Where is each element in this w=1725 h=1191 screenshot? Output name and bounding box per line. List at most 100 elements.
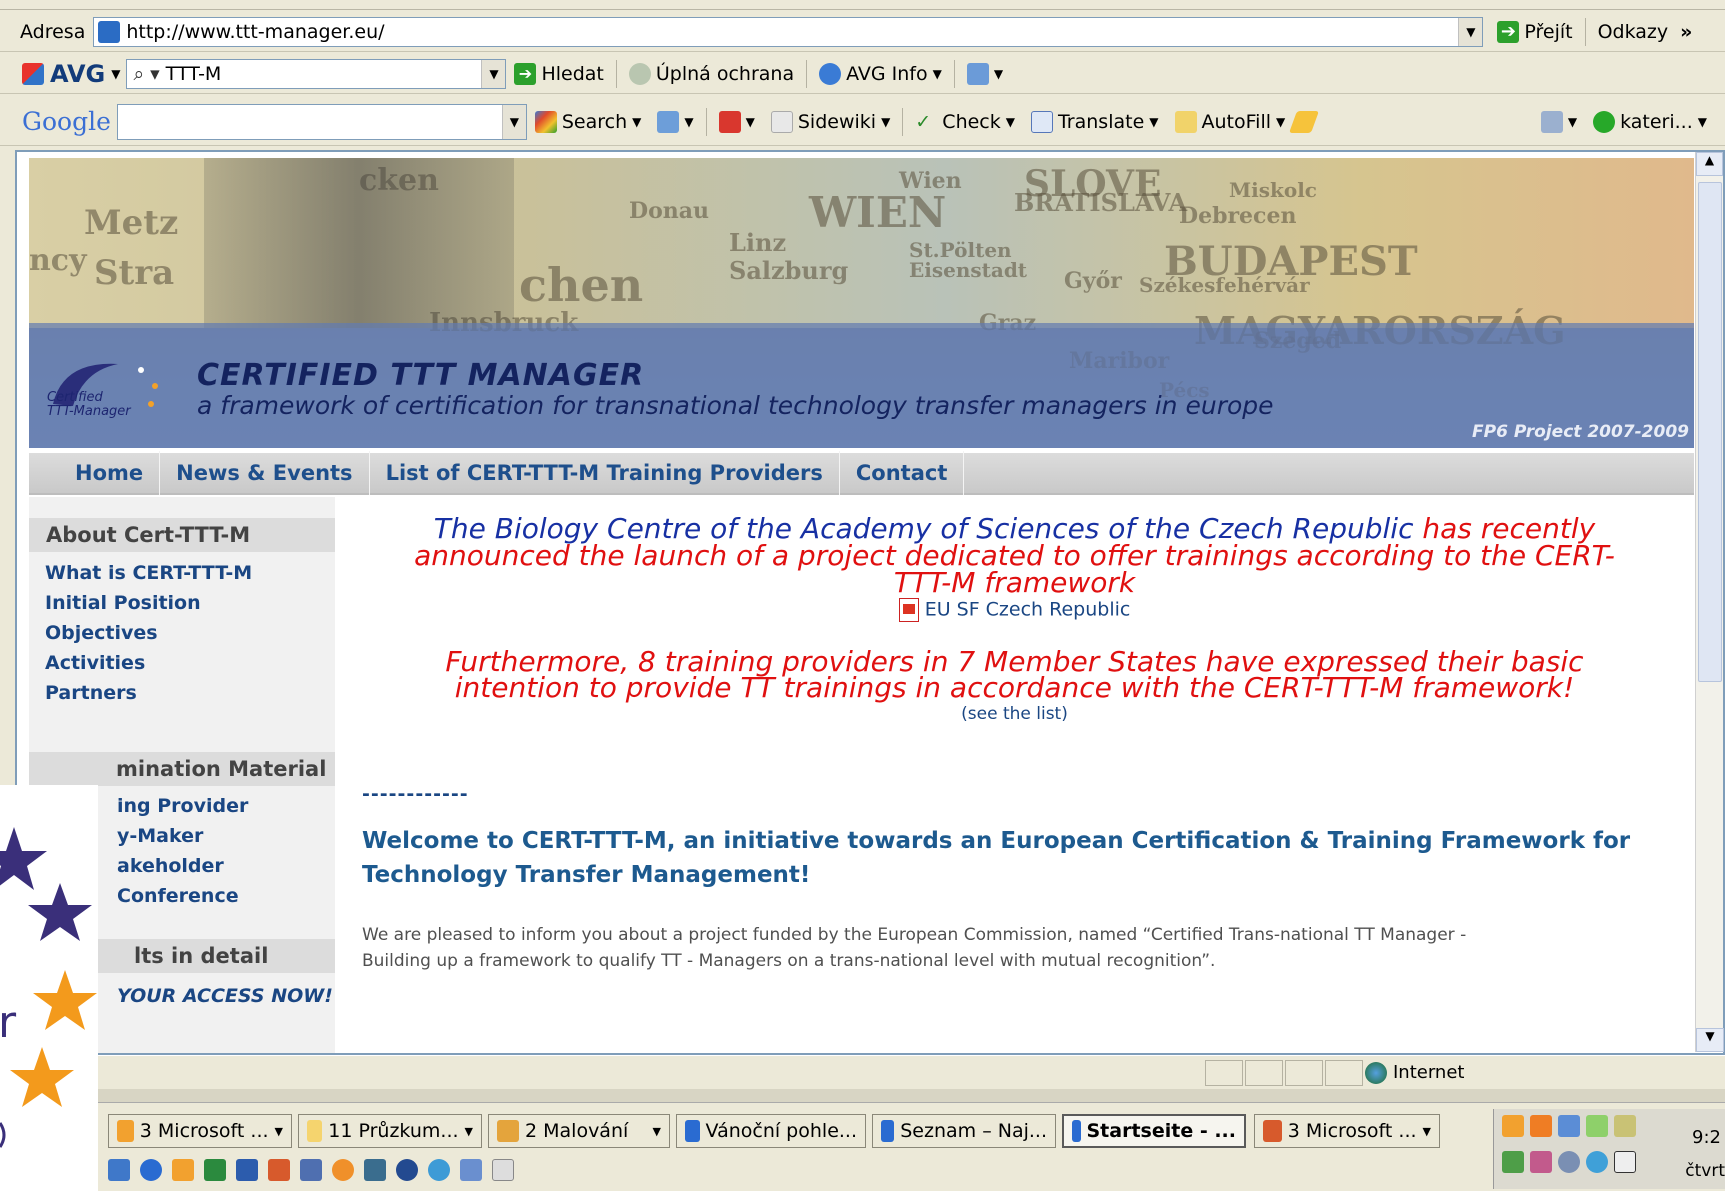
ie-task-icon (685, 1120, 700, 1142)
nav-home[interactable]: Home (59, 451, 161, 495)
page-scrollbar[interactable]: ▲ ▼ (1695, 152, 1724, 1052)
welcome-heading-1: Welcome to CERT-TTT-M, an initiative tow… (362, 828, 1631, 854)
chevron-icon[interactable]: » (1680, 21, 1692, 43)
taskbar-button-pruzkum[interactable]: 11 Průzkum... ▼ (298, 1114, 482, 1148)
avg-protection-button[interactable]: Úplná ochrana (621, 62, 802, 85)
tray-clock[interactable]: 9:2 (1692, 1127, 1721, 1148)
tray-icon-1[interactable] (1502, 1115, 1524, 1137)
sidebar-link-stakeholder[interactable]: akeholder (117, 855, 224, 877)
outlook-icon[interactable] (172, 1159, 194, 1181)
welcome-heading-2: Technology Transfer Management! (362, 862, 811, 888)
settings-button[interactable]: ▼ (1533, 110, 1585, 133)
tray-icon-4[interactable] (1586, 1115, 1608, 1137)
explorer-icon[interactable] (364, 1159, 386, 1181)
highlighter-icon[interactable] (1289, 110, 1320, 133)
avg-search-dropdown-icon[interactable]: ▼ (481, 59, 506, 88)
quick-launch-icon[interactable] (108, 1159, 130, 1181)
avg-search-button[interactable]: ➔ Hledat (506, 62, 611, 85)
taskbar-button-malovani[interactable]: 2 Malování ▼ (488, 1114, 670, 1148)
ie-icon[interactable] (140, 1159, 162, 1181)
sidebar-link-access-now[interactable]: YOUR ACCESS NOW! (117, 985, 333, 1007)
map-label: ncy (29, 243, 87, 278)
scroll-thumb[interactable] (1698, 182, 1722, 682)
taskbar-button-startseite[interactable]: Startseite - ... (1062, 1114, 1246, 1148)
avg-extra-button[interactable]: ▼ (959, 62, 1011, 85)
taskbar-button-seznam[interactable]: Seznam – Naj... (872, 1114, 1056, 1148)
sidebar-link-training-provider[interactable]: ing Provider (117, 795, 248, 817)
map-label: Donau (629, 198, 709, 224)
avg-info-button[interactable]: AVG Info ▼ (811, 62, 950, 85)
project-period: FP6 Project 2007-2009 (1472, 422, 1689, 442)
status-green-icon (1593, 110, 1616, 133)
site-subtitle: a framework of certification for transna… (197, 391, 1274, 420)
sidebar-link-what-is[interactable]: What is CERT-TTT-M (45, 562, 252, 584)
map-label: Győr (1064, 268, 1122, 294)
word-icon[interactable] (236, 1159, 258, 1181)
sidebar-heading-about: About Cert-TTT-M (29, 518, 335, 552)
calendar-icon[interactable] (1614, 1151, 1636, 1173)
popup-blocker-button[interactable]: ▼ (711, 110, 763, 133)
music-icon[interactable] (460, 1159, 482, 1181)
wrench-icon (1540, 110, 1563, 133)
scroll-down-icon[interactable]: ▼ (1696, 1028, 1724, 1052)
address-dropdown-icon[interactable]: ▼ (1458, 17, 1483, 46)
links-button[interactable]: Odkazy (1590, 21, 1677, 43)
search-app-icon[interactable] (428, 1159, 450, 1181)
tray-icon-5[interactable] (1614, 1115, 1636, 1137)
avg-menu-icon[interactable]: ▼ (111, 67, 120, 81)
account-button[interactable]: kateri... ▼ (1585, 110, 1715, 133)
sidebar-link-initial-position[interactable]: Initial Position (45, 592, 201, 614)
powerpoint-icon[interactable] (268, 1159, 290, 1181)
quick-launch (108, 1159, 514, 1181)
pdf-link-label: EU SF Czech Republic (924, 598, 1131, 621)
translate-button[interactable]: Translate ▼ (1023, 110, 1167, 133)
tray-icon-2[interactable] (1530, 1115, 1552, 1137)
nav-training-providers[interactable]: List of CERT-TTT-M Training Providers (370, 451, 840, 495)
sidebar-link-objectives[interactable]: Objectives (45, 622, 158, 644)
taskbar-button-vanocni[interactable]: Vánoční pohle... (676, 1114, 866, 1148)
taskbar-button-microsoft-1[interactable]: 3 Microsoft ... ▼ (108, 1114, 292, 1148)
google-plus-button[interactable]: ▼ (649, 110, 701, 133)
go-button[interactable]: ➔ Přejít (1489, 20, 1580, 43)
sidebar-link-policy-maker[interactable]: y-Maker (117, 825, 203, 847)
walking-person-image (204, 158, 514, 328)
address-input[interactable]: http://www.ttt-manager.eu/ ▼ (93, 16, 1484, 47)
ie-task-icon (1072, 1120, 1081, 1142)
google-search-icon (534, 110, 557, 133)
excel-icon[interactable] (204, 1159, 226, 1181)
zone-label: Internet (1393, 1062, 1465, 1083)
map-label: Linz (729, 228, 787, 257)
nav-contact[interactable]: Contact (840, 451, 965, 495)
tray-icon-7[interactable] (1530, 1151, 1552, 1173)
media-icon[interactable] (396, 1159, 418, 1181)
map-label: chen (519, 258, 644, 312)
see-list-link[interactable]: (see the list) (335, 704, 1694, 724)
map-label: Wien (899, 168, 962, 194)
tray-icon-3[interactable] (1558, 1115, 1580, 1137)
publisher-icon[interactable] (300, 1159, 322, 1181)
check-button[interactable]: ✓ Check ▼ (907, 111, 1023, 133)
app-icon[interactable] (332, 1159, 354, 1181)
taskbar-button-microsoft-2[interactable]: 3 Microsoft ... ▼ (1254, 1114, 1440, 1148)
folder-icon (307, 1120, 323, 1142)
go-label: Přejít (1524, 20, 1573, 43)
notes-icon[interactable] (492, 1159, 514, 1181)
tray-icon-9[interactable] (1586, 1151, 1608, 1173)
divider-dashes: ------------ (362, 783, 469, 805)
plus-icon (657, 110, 680, 133)
nav-news-events[interactable]: News & Events (160, 451, 370, 495)
google-search-dropdown-icon[interactable]: ▼ (501, 104, 526, 139)
scroll-up-icon[interactable]: ▲ (1696, 152, 1723, 176)
tray-icon-6[interactable] (1502, 1151, 1524, 1173)
system-tray: 9:2 čtvrt (1493, 1109, 1725, 1189)
google-search-button[interactable]: Search ▼ (527, 110, 650, 133)
google-search-input[interactable]: ▼ (116, 103, 527, 140)
avg-search-input[interactable]: ⌕ ▾ TTT-M ▼ (126, 58, 507, 89)
sidewiki-button[interactable]: Sidewiki ▼ (763, 110, 898, 133)
sidebar-link-conference[interactable]: Conference (117, 885, 239, 907)
autofill-button[interactable]: AutoFill ▼ (1167, 110, 1294, 133)
tray-icon-8[interactable] (1558, 1151, 1580, 1173)
pdf-link[interactable]: EU SF Czech Republic (335, 598, 1694, 622)
sidebar-link-partners[interactable]: Partners (45, 682, 137, 704)
sidebar-link-activities[interactable]: Activities (45, 652, 145, 674)
